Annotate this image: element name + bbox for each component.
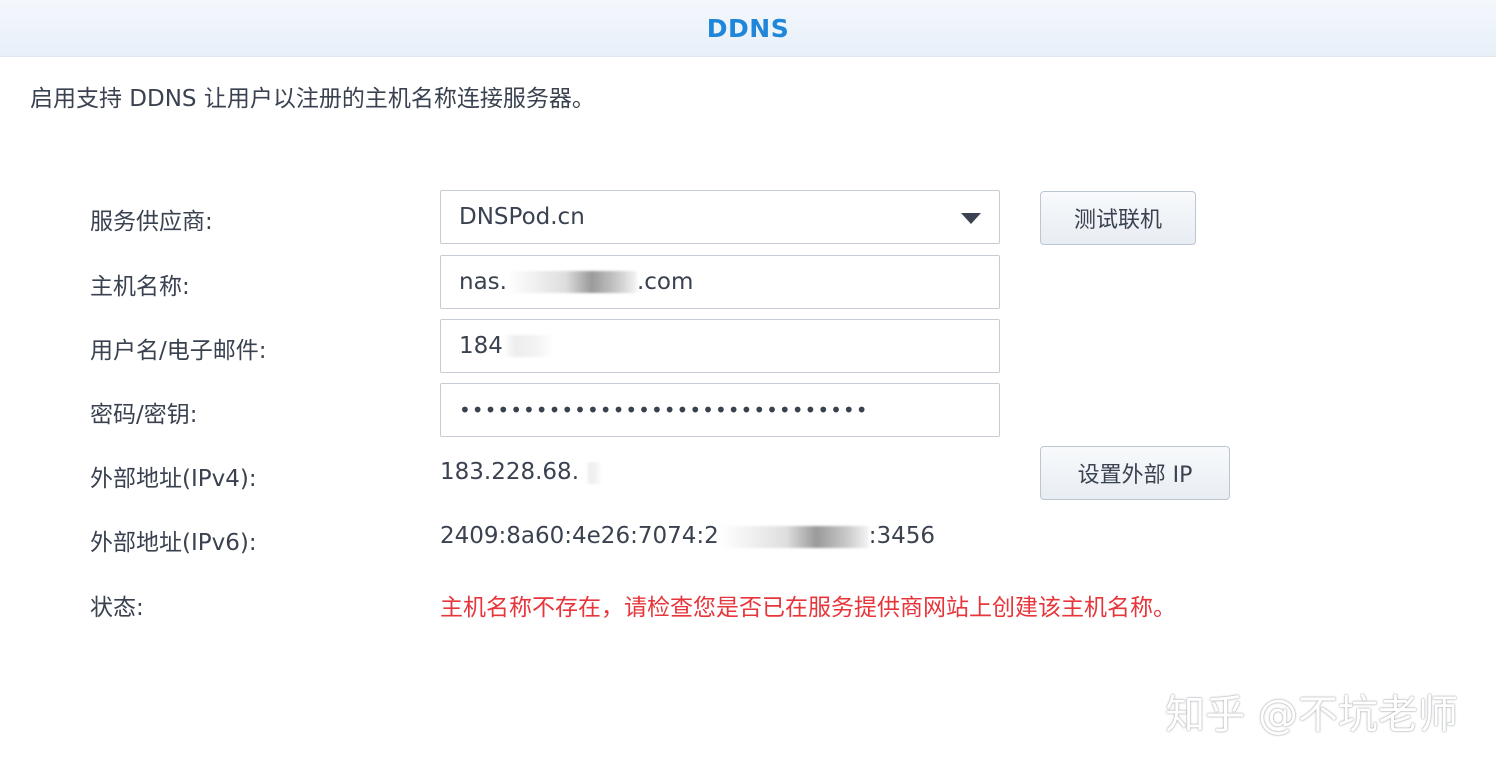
ipv4-value-prefix: 183.228.68. [440, 459, 579, 485]
hostname-value-suffix: .com [636, 269, 694, 295]
test-connection-button[interactable]: 测试联机 [1040, 191, 1196, 245]
dialog-header: DDNS [0, 0, 1496, 57]
dialog-title: DDNS [706, 13, 790, 43]
password-label: 密码/密钥: [90, 402, 198, 428]
ipv4-value: 183.228.68. [440, 459, 603, 485]
username-value-prefix: 184 [459, 333, 503, 359]
password-input[interactable]: •••••••••••••••••••••••••••••••• [440, 383, 1000, 437]
ipv6-value: 2409:8a60:4e26:7074:2 :3456 [440, 523, 935, 549]
hostname-value-prefix: nas. [459, 269, 507, 295]
ipv4-label: 外部地址(IPv4): [90, 466, 257, 492]
provider-select[interactable]: DNSPod.cn [440, 190, 1000, 244]
ipv6-value-suffix: :3456 [868, 523, 936, 549]
ipv6-value-prefix: 2409:8a60:4e26:7074:2 [440, 523, 719, 549]
ipv6-label: 外部地址(IPv6): [90, 530, 257, 556]
provider-label: 服务供应商: [90, 209, 213, 235]
status-label: 状态: [90, 595, 144, 621]
redacted-blur [718, 525, 869, 548]
status-message: 主机名称不存在，请检查您是否已在服务提供商网站上创建该主机名称。 [440, 595, 1176, 621]
set-external-ip-button[interactable]: 设置外部 IP [1040, 446, 1230, 500]
zhihu-watermark: 知乎 @不坑老师 [1165, 692, 1458, 738]
password-value: •••••••••••••••••••••••••••••••• [459, 398, 869, 422]
redacted-blur [502, 335, 553, 357]
username-label: 用户名/电子邮件: [90, 338, 267, 364]
provider-value: DNSPod.cn [459, 204, 585, 230]
username-input[interactable]: 184 [440, 319, 1000, 373]
hostname-label: 主机名称: [90, 274, 190, 300]
ddns-description: 启用支持 DDNS 让用户以注册的主机名称连接服务器。 [30, 86, 595, 112]
redacted-blur [586, 461, 603, 484]
hostname-input[interactable]: nas. .com [440, 255, 1000, 309]
dropdown-caret-icon[interactable] [961, 213, 981, 224]
redacted-blur [506, 271, 637, 293]
